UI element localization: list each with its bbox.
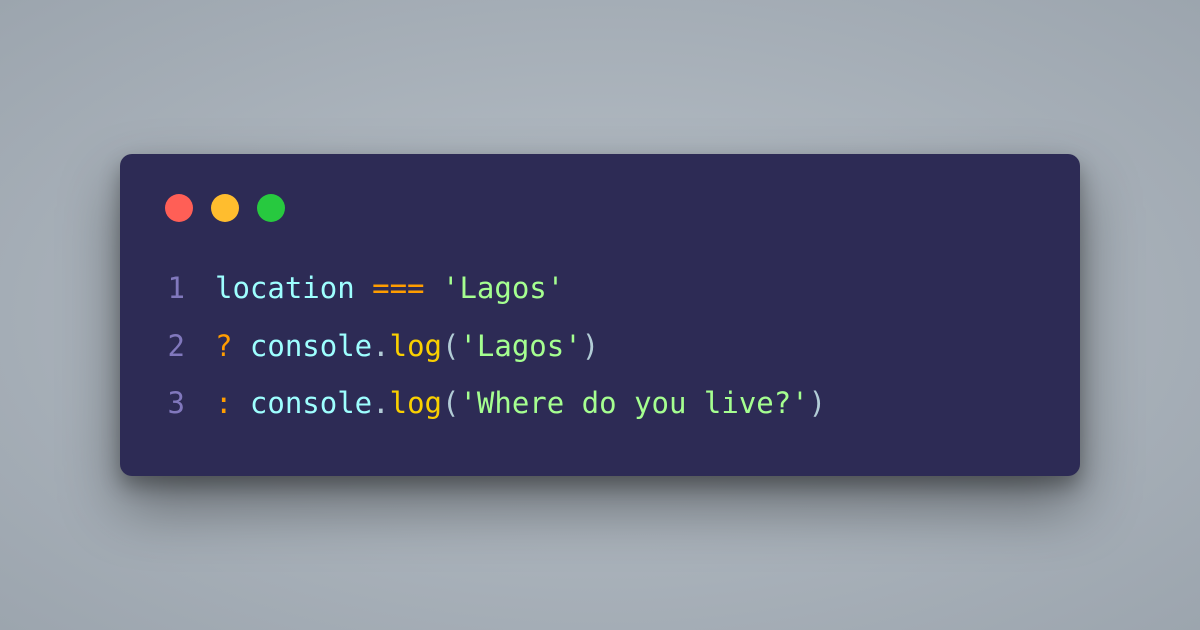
code-editor: 1location === 'Lagos'2? console.log('Lag… <box>165 267 1035 426</box>
code-line: 2? console.log('Lagos') <box>165 325 1035 369</box>
code-token: 'Lagos' <box>459 329 581 363</box>
code-token: log <box>390 386 442 420</box>
code-token: . <box>372 386 389 420</box>
line-number: 3 <box>165 382 215 426</box>
code-token: ( <box>442 329 459 363</box>
line-number: 1 <box>165 267 215 311</box>
line-content: : console.log('Where do you live?') <box>215 382 826 426</box>
code-token: log <box>390 329 442 363</box>
code-token: : <box>215 386 250 420</box>
code-token: . <box>372 329 389 363</box>
code-line: 1location === 'Lagos' <box>165 267 1035 311</box>
code-token: ? <box>215 329 250 363</box>
code-token: ) <box>582 329 599 363</box>
window-controls <box>165 194 1035 222</box>
code-token: console <box>250 329 372 363</box>
code-window: 1location === 'Lagos'2? console.log('Lag… <box>120 154 1080 476</box>
code-token: ) <box>809 386 826 420</box>
line-content: ? console.log('Lagos') <box>215 325 599 369</box>
code-token: 'Where do you live?' <box>459 386 808 420</box>
code-line: 3: console.log('Where do you live?') <box>165 382 1035 426</box>
maximize-icon[interactable] <box>257 194 285 222</box>
code-token: console <box>250 386 372 420</box>
close-icon[interactable] <box>165 194 193 222</box>
minimize-icon[interactable] <box>211 194 239 222</box>
code-token <box>425 271 442 305</box>
line-content: location === 'Lagos' <box>215 267 564 311</box>
line-number: 2 <box>165 325 215 369</box>
code-token: 'Lagos' <box>442 271 564 305</box>
code-token: === <box>372 271 424 305</box>
code-token: ( <box>442 386 459 420</box>
code-token: location <box>215 271 372 305</box>
